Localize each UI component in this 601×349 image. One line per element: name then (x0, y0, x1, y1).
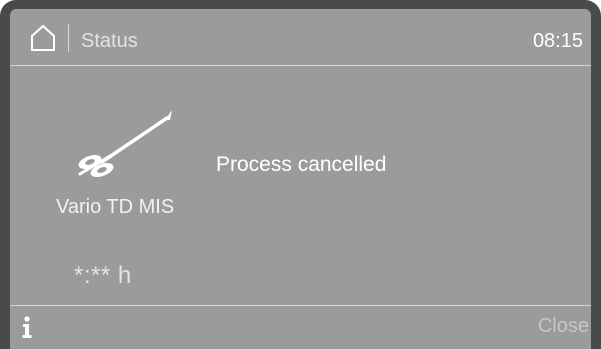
close-button[interactable]: Close (536, 311, 591, 341)
home-icon[interactable] (30, 24, 56, 52)
surgical-instrument-icon (78, 110, 172, 177)
info-icon[interactable] (20, 315, 34, 339)
clock-time: 08:15 (532, 30, 583, 52)
header-bar: Status 08:15 (10, 9, 591, 66)
remaining-time: *:** h (74, 262, 132, 289)
page-title: Status (81, 30, 138, 52)
display-screen: Status 08:15 Vario TD MIS Process cancel… (0, 0, 601, 349)
status-message: Process cancelled (216, 153, 387, 176)
program-name: Vario TD MIS (56, 196, 175, 218)
footer-divider (10, 305, 591, 306)
header-divider (68, 24, 69, 52)
